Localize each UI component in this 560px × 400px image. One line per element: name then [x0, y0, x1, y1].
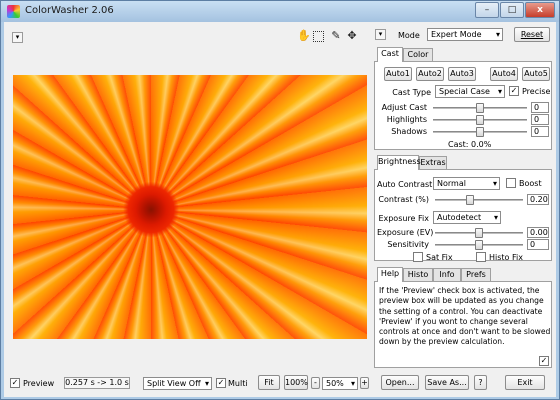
precise-checkbox[interactable]: ✓: [509, 86, 519, 96]
shadows-slider[interactable]: [431, 127, 529, 137]
tab-prefs[interactable]: Prefs: [461, 268, 491, 282]
highlights-slider[interactable]: [431, 115, 529, 125]
slider-thumb[interactable]: [476, 103, 484, 113]
sensitivity-slider[interactable]: [433, 240, 525, 250]
adjust-cast-label: Adjust Cast: [381, 103, 427, 112]
close-button[interactable]: x: [525, 2, 555, 18]
fit-button[interactable]: Fit: [258, 375, 280, 390]
exit-button[interactable]: Exit: [505, 375, 545, 390]
contrast-value[interactable]: 0.20: [527, 194, 549, 205]
tab-color[interactable]: Color: [403, 48, 433, 62]
cast-status: Cast: 0.0%: [448, 140, 492, 149]
cast-type-select[interactable]: Special Case: [435, 85, 505, 98]
contrast-slider[interactable]: [433, 195, 525, 205]
boost-checkbox[interactable]: [506, 178, 516, 188]
reset-button[interactable]: Reset: [514, 27, 550, 42]
restore-button[interactable]: □: [500, 2, 524, 18]
exposure-ev-value[interactable]: 0.00: [527, 227, 549, 238]
auto-contrast-select[interactable]: Normal: [433, 177, 500, 190]
eyedropper-icon[interactable]: ✎: [329, 29, 343, 43]
options-menu-button[interactable]: ▾: [12, 32, 23, 43]
flower-photo: [13, 75, 367, 339]
preview-label: Preview: [23, 379, 55, 388]
help-check-icon[interactable]: ✓: [539, 356, 549, 366]
auto1-button[interactable]: Auto1: [384, 67, 412, 81]
tab-cast[interactable]: Cast: [377, 47, 403, 62]
sat-fix-label: Sat Fix: [426, 253, 453, 262]
colorwasher-app-icon: [7, 5, 20, 18]
minimize-button[interactable]: –: [475, 2, 499, 18]
marquee-select-icon[interactable]: [313, 31, 324, 42]
move-icon[interactable]: ✥: [345, 29, 359, 43]
boost-label: Boost: [519, 179, 542, 188]
panel-menu-button[interactable]: ▾: [375, 29, 386, 40]
slider-thumb[interactable]: [476, 115, 484, 125]
contrast-label: Contrast (%): [378, 195, 429, 204]
auto2-button[interactable]: Auto2: [416, 67, 444, 81]
split-view-select[interactable]: Split View Off: [143, 377, 212, 390]
tab-histo[interactable]: Histo: [403, 268, 433, 282]
histo-fix-checkbox[interactable]: [476, 252, 486, 262]
tab-help[interactable]: Help: [377, 267, 403, 282]
multi-label: Multi: [228, 379, 248, 388]
help-panel: If the 'Preview' check box is activated,…: [374, 281, 552, 368]
cast-panel: Auto1 Auto2 Auto3 Auto4 Auto5 Cast Type …: [374, 61, 552, 150]
precise-label: Precise: [522, 87, 551, 96]
window-title: ColorWasher 2.06: [25, 5, 114, 16]
multi-checkbox[interactable]: ✓: [216, 378, 226, 388]
open-button[interactable]: Open...: [381, 375, 419, 390]
title-bar: ColorWasher 2.06 – □ x: [1, 1, 559, 22]
tab-extras[interactable]: Extras: [419, 156, 447, 170]
app-window: ColorWasher 2.06 – □ x ▾ ✋ ✎ ✥ ▾ Mode Ex…: [0, 0, 560, 400]
shadows-value[interactable]: 0: [531, 126, 549, 137]
slider-thumb[interactable]: [476, 127, 484, 137]
exposure-fix-select[interactable]: Autodetect: [433, 211, 501, 224]
shadows-label: Shadows: [391, 127, 427, 136]
exposure-ev-label: Exposure (EV): [377, 228, 434, 237]
auto3-button[interactable]: Auto3: [448, 67, 476, 81]
zoom-100-button[interactable]: 100%: [284, 375, 308, 390]
auto-contrast-label: Auto Contrast: [377, 180, 433, 189]
tab-info[interactable]: Info: [433, 268, 461, 282]
mode-label: Mode: [398, 31, 420, 40]
tab-brightness[interactable]: Brightness: [377, 155, 421, 170]
zoom-out-button[interactable]: -: [311, 377, 320, 389]
slider-thumb[interactable]: [465, 195, 474, 205]
slider-thumb[interactable]: [475, 228, 483, 238]
adjust-cast-slider[interactable]: [431, 103, 529, 113]
sat-fix-checkbox[interactable]: [413, 252, 423, 262]
highlights-label: Highlights: [386, 115, 427, 124]
exposure-ev-slider[interactable]: [433, 228, 525, 238]
reset-label: Reset: [520, 30, 544, 39]
zoom-select[interactable]: 50%: [322, 377, 358, 390]
sensitivity-label: Sensitivity: [387, 240, 429, 249]
save-as-button[interactable]: Save As...: [425, 375, 469, 390]
hand-icon[interactable]: ✋: [297, 29, 311, 43]
brightness-panel: Auto Contrast Normal Boost Contrast (%) …: [374, 169, 552, 262]
exposure-fix-label: Exposure Fix: [378, 214, 429, 223]
histo-fix-label: Histo Fix: [489, 253, 523, 262]
help-button[interactable]: ?: [474, 375, 487, 390]
help-text: If the 'Preview' check box is activated,…: [379, 286, 551, 347]
cast-type-label: Cast Type: [392, 88, 431, 97]
highlights-value[interactable]: 0: [531, 114, 549, 125]
mode-select[interactable]: Expert Mode: [427, 28, 503, 41]
zoom-in-button[interactable]: +: [360, 377, 369, 389]
auto4-button[interactable]: Auto4: [490, 67, 518, 81]
adjust-cast-value[interactable]: 0: [531, 102, 549, 113]
slider-thumb[interactable]: [475, 240, 483, 250]
client-area: ▾ ✋ ✎ ✥ ▾ Mode Expert Mode Reset Cast Co…: [4, 22, 556, 397]
image-preview[interactable]: [13, 75, 367, 339]
timing-display: 0.257 s -> 1.0 s: [64, 377, 130, 389]
preview-checkbox[interactable]: ✓: [10, 378, 20, 388]
auto5-button[interactable]: Auto5: [522, 67, 550, 81]
sensitivity-value[interactable]: 0: [527, 239, 549, 250]
